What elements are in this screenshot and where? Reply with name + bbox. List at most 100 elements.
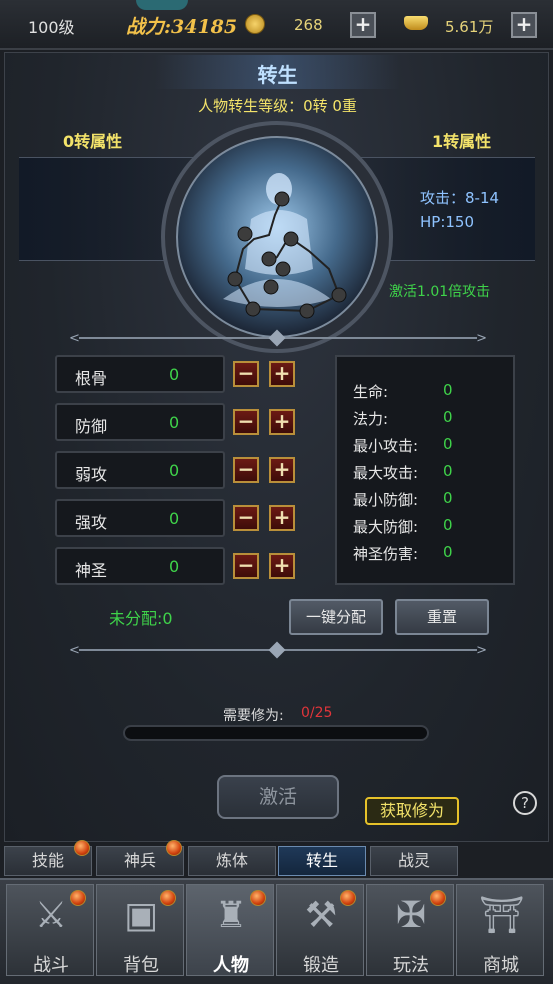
attr-plus-button[interactable]: + (269, 553, 295, 579)
divider-end: > (476, 643, 487, 658)
ornament-divider: < > (69, 329, 487, 347)
stat-label: 最小防御: (353, 491, 419, 509)
avatar-edge (136, 0, 188, 10)
shop-gate-icon: ⛩ (479, 895, 525, 936)
gold-ingot-icon (404, 16, 428, 30)
stat-value: 0 (443, 435, 453, 453)
stats-summary: 生命: 0 法力: 0 最小攻击: 0 最大攻击: 0 最小防御: 0 最大防御… (335, 355, 515, 585)
stat-value: 0 (443, 543, 453, 561)
helmet-icon: ♜ (214, 895, 248, 936)
ingot-count: 5.61万 (445, 18, 494, 36)
cultivation-required-label: 需要修为: (223, 708, 284, 724)
nav-label: 锻造 (303, 955, 339, 976)
nav-label: 背包 (123, 955, 159, 976)
attr-value: 0 (169, 461, 180, 480)
meridian-orb (159, 119, 395, 355)
attr-name: 根骨 (75, 369, 108, 388)
combat-power-value: 34185 (171, 16, 238, 38)
attr-minus-button[interactable]: − (233, 409, 259, 435)
help-icon[interactable]: ? (513, 791, 537, 815)
attr-row-weak-attack: 弱攻 0 (55, 451, 225, 489)
notification-dot-icon (160, 890, 176, 906)
attr-plus-button[interactable]: + (269, 505, 295, 531)
divider-end: < (69, 331, 80, 346)
attr-name: 神圣 (75, 561, 108, 580)
next-hp: HP:150 (420, 213, 475, 231)
winged-sword-icon: ✠ (395, 895, 427, 936)
attr-minus-button[interactable]: − (233, 457, 259, 483)
get-cultivation-button[interactable]: 获取修为 (365, 797, 459, 825)
notification-dot-icon (70, 890, 86, 906)
attr-plus-button[interactable]: + (269, 457, 295, 483)
divider-diamond (268, 329, 286, 347)
activate-button[interactable]: 激活 (217, 775, 339, 819)
attr-value: 0 (169, 413, 180, 432)
combat-power-label: 战力: (126, 16, 172, 38)
attr-value: 0 (169, 557, 180, 576)
cultivation-progress-bar (123, 725, 429, 741)
auto-allocate-button[interactable]: 一键分配 (289, 599, 383, 635)
attr-minus-button[interactable]: − (233, 553, 259, 579)
attr-row-defense: 防御 0 (55, 403, 225, 441)
stat-label: 神圣伤害: (353, 545, 419, 563)
reset-button[interactable]: 重置 (395, 599, 489, 635)
activate-bonus-text: 激活1.01倍攻击 (389, 284, 491, 300)
coin-count: 268 (294, 16, 323, 34)
stat-value: 0 (443, 381, 453, 399)
attr-minus-button[interactable]: − (233, 505, 259, 531)
stat-label: 生命: (353, 383, 389, 401)
crossed-swords-icon: ⚔ (34, 895, 68, 936)
nav-label: 商城 (483, 955, 519, 976)
next-attr-title: 1转属性 (432, 132, 492, 151)
add-coins-button[interactable]: + (350, 12, 376, 38)
current-attr-title: 0转属性 (63, 132, 123, 151)
nav-label: 玩法 (393, 955, 429, 976)
stat-label: 最大攻击: (353, 464, 419, 482)
rebirth-level: 人物转生等级：0转 0重 (198, 97, 357, 115)
stat-label: 法力: (353, 410, 389, 428)
nav-shop[interactable]: ⛩ 商城 (456, 884, 544, 976)
add-ingots-button[interactable]: + (511, 12, 537, 38)
divider-end: < (69, 643, 80, 658)
unallocated-points: 未分配:0 (109, 609, 173, 628)
notification-dot-icon (340, 890, 356, 906)
notification-dot-icon (74, 840, 90, 856)
tab-body-refining[interactable]: 炼体 (188, 846, 276, 876)
backpack-icon: ▣ (123, 895, 158, 936)
player-level: 100级 (28, 18, 75, 37)
tab-war-spirit[interactable]: 战灵 (370, 846, 458, 876)
stat-value: 0 (443, 408, 453, 426)
combat-power: 战力:34185 (126, 12, 237, 39)
next-attack: 攻击：8-14 (420, 189, 500, 207)
attr-row-genggu: 根骨 0 (55, 355, 225, 393)
stat-value: 0 (443, 489, 453, 507)
nav-label: 战斗 (33, 955, 69, 976)
attr-plus-button[interactable]: + (269, 409, 295, 435)
panel-title: 转生 (257, 63, 298, 87)
ornament-divider: < > (69, 641, 487, 659)
meditating-figure-icon (161, 121, 393, 353)
attr-minus-button[interactable]: − (233, 361, 259, 387)
bottom-navigation: ⚔ 战斗 ▣ 背包 ♜ 人物 ⚒ 锻造 ✠ 玩法 ⛩ 商城 (0, 878, 553, 984)
attr-name: 防御 (75, 417, 108, 436)
attr-name: 弱攻 (75, 465, 108, 484)
attr-name: 强攻 (75, 513, 108, 532)
divider-diamond (268, 641, 286, 659)
notification-dot-icon (166, 840, 182, 856)
attr-row-strong-attack: 强攻 0 (55, 499, 225, 537)
stat-label: 最小攻击: (353, 437, 419, 455)
anvil-icon: ⚒ (304, 895, 338, 936)
attr-value: 0 (169, 509, 180, 528)
coin-icon (245, 14, 265, 34)
cultivation-required-value: 0/25 (301, 705, 333, 721)
tab-rebirth[interactable]: 转生 (278, 846, 366, 876)
attr-plus-button[interactable]: + (269, 361, 295, 387)
stat-value: 0 (443, 516, 453, 534)
rebirth-panel: 转生 人物转生等级：0转 0重 0转属性 1转属性 攻击：8-14 HP:150… (4, 52, 549, 842)
stat-label: 最大防御: (353, 518, 419, 536)
divider-end: > (476, 331, 487, 346)
stat-value: 0 (443, 462, 453, 480)
top-status-bar: 100级 战力:34185 268 + 5.61万 + (0, 0, 553, 50)
attr-value: 0 (169, 365, 180, 384)
attr-row-holy: 神圣 0 (55, 547, 225, 585)
